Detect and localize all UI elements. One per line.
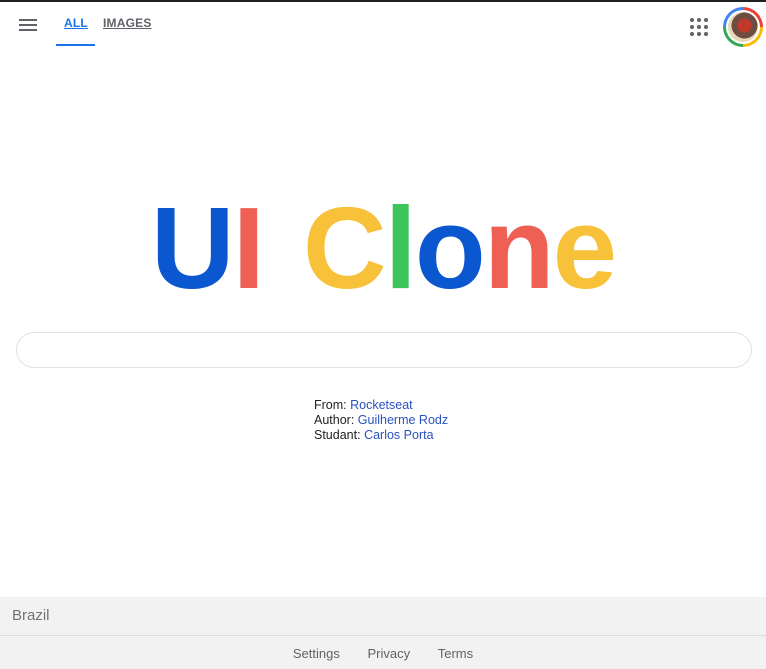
footer-link-settings[interactable]: Settings (293, 646, 340, 661)
logo-letter: U (150, 183, 235, 313)
logo-letter: C (302, 183, 387, 313)
student-label: Studant: (314, 428, 361, 442)
student-link[interactable]: Carlos Porta (364, 428, 433, 442)
logo-letter: o (414, 183, 486, 313)
footer-links: Settings Privacy Terms (0, 646, 766, 661)
author-link[interactable]: Guilherme Rodz (358, 413, 448, 427)
footer-divider (0, 635, 766, 636)
from-label: From: (314, 398, 347, 412)
footer: Brazil Settings Privacy Terms (0, 597, 766, 669)
logo: UI Clone (0, 188, 766, 308)
credits-author-row: Author: Guilherme Rodz (314, 413, 448, 428)
logo-letter: I (232, 183, 265, 313)
footer-link-terms[interactable]: Terms (438, 646, 473, 661)
country-label: Brazil (12, 607, 50, 624)
tab-all[interactable]: ALL (64, 16, 88, 30)
footer-link-privacy[interactable]: Privacy (367, 646, 410, 661)
credits-from-row: From: Rocketseat (314, 398, 448, 413)
search-input[interactable] (16, 332, 752, 368)
logo-letter: l (384, 183, 417, 313)
active-tab-indicator (56, 44, 95, 46)
hamburger-menu-icon[interactable] (19, 18, 37, 32)
logo-letter: e (552, 183, 618, 313)
author-label: Author: (314, 413, 355, 427)
tab-images[interactable]: IMAGES (103, 16, 152, 30)
avatar-photo (728, 12, 758, 42)
apps-grid-icon[interactable] (690, 18, 708, 36)
credits: From: Rocketseat Author: Guilherme Rodz … (314, 398, 448, 443)
credits-student-row: Studant: Carlos Porta (314, 428, 448, 443)
top-bar: ALL IMAGES (0, 2, 766, 48)
logo-letter: n (483, 183, 555, 313)
from-link[interactable]: Rocketseat (350, 398, 413, 412)
user-avatar[interactable] (723, 7, 763, 47)
